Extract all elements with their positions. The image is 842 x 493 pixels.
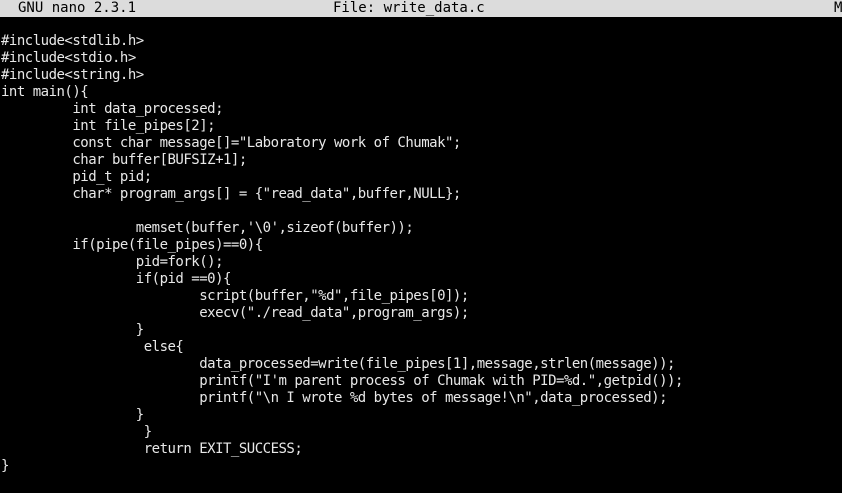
editor-text-area[interactable]: #include<stdlib.h> #include<stdio.h> #in… <box>1 33 842 489</box>
file-name-label: File: write_data.c <box>333 0 485 16</box>
code-line: memset(buffer,'\0',sizeof(buffer)); <box>1 220 414 236</box>
code-line: } <box>1 458 9 474</box>
code-line: char buffer[BUFSIZ+1]; <box>1 152 247 168</box>
code-line: } <box>1 407 144 423</box>
code-line: int main(){ <box>1 84 89 100</box>
code-line: printf("\n I wrote %d bytes of message!\… <box>1 390 668 406</box>
code-line: const char message[]="Laboratory work of… <box>1 135 461 151</box>
code-line: int file_pipes[2]; <box>1 118 216 134</box>
code-line: } <box>1 424 152 440</box>
code-line: pid_t pid; <box>1 169 152 185</box>
code-line: #include<string.h> <box>1 67 144 83</box>
code-line: printf("I'm parent process of Chumak wit… <box>1 373 683 389</box>
code-line: #include<stdlib.h> <box>1 33 144 49</box>
code-line: #include<stdio.h> <box>1 50 136 66</box>
code-line: return EXIT_SUCCESS; <box>1 441 303 457</box>
code-line: execv("./read_data",program_args); <box>1 305 469 321</box>
code-line: int data_processed; <box>1 101 224 117</box>
code-line: if(pid ==0){ <box>1 271 232 287</box>
code-line: if(pipe(file_pipes)==0){ <box>1 237 263 253</box>
modified-flag: M <box>834 0 842 16</box>
code-line: char* program_args[] = {"read_data",buff… <box>1 186 461 202</box>
code-line: } <box>1 322 144 338</box>
nano-title-bar: GNU nano 2.3.1 File: write_data.c M <box>0 0 842 17</box>
code-line: else{ <box>1 339 184 355</box>
code-line: script(buffer,"%d",file_pipes[0]); <box>1 288 469 304</box>
code-line: data_processed=write(file_pipes[1],messa… <box>1 356 675 372</box>
nano-version-label: GNU nano 2.3.1 <box>18 0 137 16</box>
code-line: pid=fork(); <box>1 254 224 270</box>
